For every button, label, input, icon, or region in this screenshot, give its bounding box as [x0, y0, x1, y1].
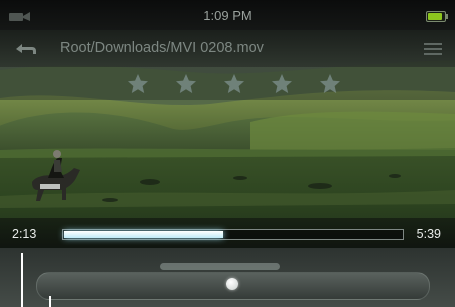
battery-icon: [426, 11, 448, 22]
star-icon[interactable]: [126, 72, 150, 96]
elapsed-time: 2:13: [12, 227, 37, 241]
status-time: 1:09 PM: [203, 8, 252, 23]
star-icon[interactable]: [318, 72, 342, 96]
control-panel: [0, 248, 455, 307]
star-rating[interactable]: [126, 72, 342, 96]
battery-level: [428, 13, 443, 20]
file-path-title: Root/Downloads/MVI 0208.mov: [60, 40, 264, 56]
star-icon[interactable]: [222, 72, 246, 96]
menu-lines-icon[interactable]: [424, 42, 442, 56]
slider-knob[interactable]: [226, 278, 238, 290]
star-icon[interactable]: [270, 72, 294, 96]
progress-track[interactable]: [62, 229, 404, 240]
back-arrow-icon[interactable]: [12, 40, 40, 58]
rating-strip: [0, 67, 455, 100]
edge-cursor-line: [21, 253, 23, 307]
dock-glow: [160, 263, 280, 270]
seek-bar: 2:13 5:39: [0, 218, 455, 248]
video-player-screen: 1:09 PM Root/Downloads/MVI 0208.mov 2:13…: [0, 0, 455, 307]
header-bar: Root/Downloads/MVI 0208.mov: [0, 30, 455, 67]
progress-fill: [64, 231, 223, 238]
status-bar: 1:09 PM: [0, 0, 455, 30]
star-icon[interactable]: [174, 72, 198, 96]
total-time: 5:39: [416, 227, 441, 241]
edge-cursor-marker: [49, 296, 51, 307]
battery-nub: [446, 14, 448, 19]
